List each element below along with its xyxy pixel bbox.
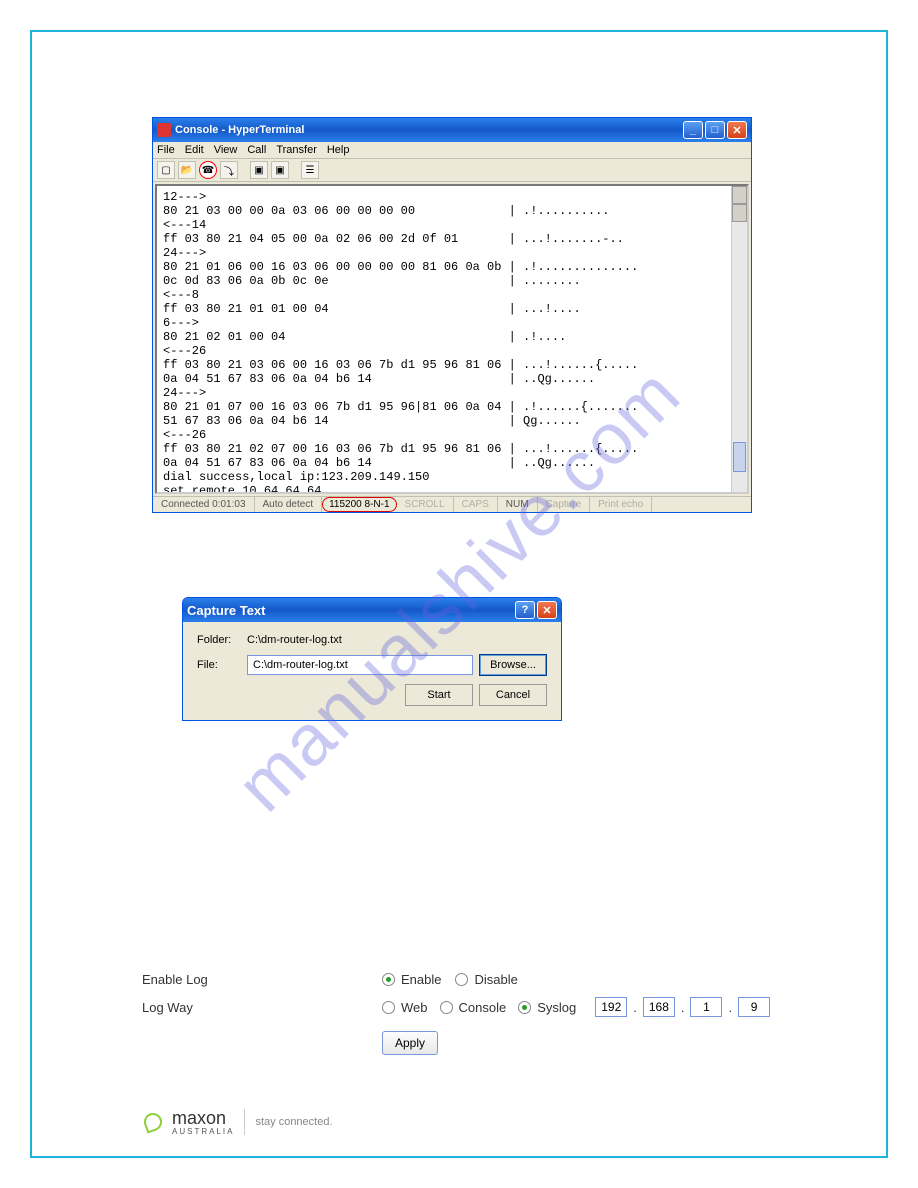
browse-button[interactable]: Browse... xyxy=(479,654,547,676)
ip-octet-2[interactable] xyxy=(643,997,675,1017)
brand-sub: AUSTRALIA xyxy=(172,1127,234,1136)
menu-transfer[interactable]: Transfer xyxy=(276,144,317,156)
send-icon[interactable]: ▣ xyxy=(250,161,268,179)
web-text: Web xyxy=(401,1000,428,1015)
statusbar: Connected 0:01:03 Auto detect 115200 8-N… xyxy=(153,496,751,512)
menu-view[interactable]: View xyxy=(214,144,238,156)
status-autodetect: Auto detect xyxy=(255,497,323,512)
app-icon xyxy=(157,123,171,137)
status-printecho: Print echo xyxy=(590,497,652,512)
syslog-radio[interactable] xyxy=(518,1001,531,1014)
status-capture: Capture xyxy=(538,497,591,512)
scrollbar[interactable] xyxy=(731,186,747,492)
menu-call[interactable]: Call xyxy=(247,144,266,156)
close-button[interactable]: ✕ xyxy=(537,601,557,619)
status-caps: CAPS xyxy=(454,497,498,512)
receive-icon[interactable]: ▣ xyxy=(271,161,289,179)
terminal-output[interactable]: 12---> 80 21 03 00 00 0a 03 06 00 00 00 … xyxy=(155,184,749,494)
ip-dot: . xyxy=(680,1000,686,1015)
ip-octet-1[interactable] xyxy=(595,997,627,1017)
web-radio[interactable] xyxy=(382,1001,395,1014)
disable-radio[interactable] xyxy=(455,973,468,986)
menu-edit[interactable]: Edit xyxy=(185,144,204,156)
logo-icon xyxy=(141,1110,164,1133)
folder-value: C:\dm-router-log.txt xyxy=(247,634,547,646)
connect-icon[interactable]: ☎ xyxy=(199,161,217,179)
close-button[interactable]: ✕ xyxy=(727,121,747,139)
console-text: Console xyxy=(459,1000,507,1015)
enable-radio[interactable] xyxy=(382,973,395,986)
ip-octet-3[interactable] xyxy=(690,997,722,1017)
console-radio[interactable] xyxy=(440,1001,453,1014)
enable-text: Enable xyxy=(401,972,441,987)
minimize-button[interactable]: _ xyxy=(683,121,703,139)
status-num: NUM xyxy=(498,497,538,512)
ip-dot: . xyxy=(727,1000,733,1015)
enable-log-label: Enable Log xyxy=(142,972,382,987)
disconnect-icon[interactable]: ⤵ xyxy=(220,161,238,179)
tagline: stay connected. xyxy=(255,1116,332,1128)
titlebar[interactable]: Console - HyperTerminal _ □ ✕ xyxy=(153,118,751,142)
toolbar: ▢ 📂 ☎ ⤵ ▣ ▣ ☰ xyxy=(153,159,751,182)
start-button[interactable]: Start xyxy=(405,684,473,706)
log-way-label: Log Way xyxy=(142,1000,382,1015)
status-params: 115200 8-N-1 xyxy=(322,497,396,512)
footer: maxon AUSTRALIA stay connected. xyxy=(144,1108,333,1136)
status-scroll: SCROLL xyxy=(397,497,454,512)
footer-divider xyxy=(244,1109,245,1135)
menubar: File Edit View Call Transfer Help xyxy=(153,142,751,159)
dialog-title: Capture Text xyxy=(187,603,266,618)
apply-button[interactable]: Apply xyxy=(382,1031,438,1055)
file-input[interactable] xyxy=(247,655,473,675)
file-label: File: xyxy=(197,659,247,671)
help-button[interactable]: ? xyxy=(515,601,535,619)
status-connected: Connected 0:01:03 xyxy=(153,497,255,512)
log-settings-form: Enable Log Enable Disable Log Way Web Co… xyxy=(142,972,802,1065)
dialog-titlebar[interactable]: Capture Text ? ✕ xyxy=(183,598,561,622)
hyperterminal-window: Console - HyperTerminal _ □ ✕ File Edit … xyxy=(152,117,752,513)
terminal-text: 12---> 80 21 03 00 00 0a 03 06 00 00 00 … xyxy=(163,190,638,494)
ip-dot: . xyxy=(632,1000,638,1015)
page-frame: manualshive.com Console - HyperTerminal … xyxy=(30,30,888,1158)
window-title: Console - HyperTerminal xyxy=(175,124,304,136)
folder-label: Folder: xyxy=(197,634,247,646)
menu-help[interactable]: Help xyxy=(327,144,350,156)
menu-file[interactable]: File xyxy=(157,144,175,156)
new-icon[interactable]: ▢ xyxy=(157,161,175,179)
ip-octet-4[interactable] xyxy=(738,997,770,1017)
properties-icon[interactable]: ☰ xyxy=(301,161,319,179)
disable-text: Disable xyxy=(474,972,517,987)
cancel-button[interactable]: Cancel xyxy=(479,684,547,706)
brand-name: maxon xyxy=(172,1108,234,1129)
syslog-text: Syslog xyxy=(537,1000,576,1015)
maximize-button[interactable]: □ xyxy=(705,121,725,139)
open-icon[interactable]: 📂 xyxy=(178,161,196,179)
capture-text-dialog: Capture Text ? ✕ Folder: C:\dm-router-lo… xyxy=(182,597,562,721)
